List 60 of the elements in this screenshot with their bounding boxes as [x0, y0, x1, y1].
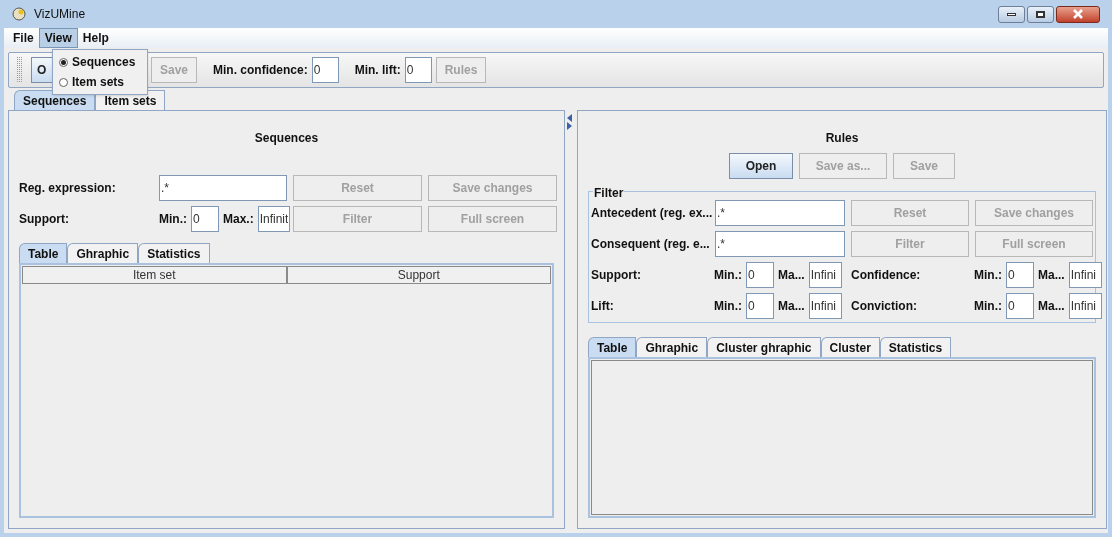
field-label: Min.:: [159, 211, 187, 228]
input-field[interactable]: .*: [715, 231, 845, 257]
input-field[interactable]: 0: [746, 293, 774, 319]
panel-title: Sequences: [253, 130, 320, 147]
input-field[interactable]: Infinit: [257, 206, 290, 232]
input-field[interactable]: Infini: [1068, 262, 1102, 288]
field-label: Min.:: [974, 298, 1002, 315]
field-label: Lift:: [591, 298, 615, 315]
tab[interactable]: Table: [19, 243, 68, 263]
tab[interactable]: Cluster ghraphic: [707, 337, 821, 357]
field-label: Ma...: [778, 267, 805, 284]
panel-title: Rules: [824, 130, 860, 147]
input-field[interactable]: .*: [715, 200, 845, 226]
input-field[interactable]: 0: [746, 262, 774, 288]
minimize-button[interactable]: [998, 5, 1025, 23]
app-icon: [12, 7, 26, 21]
column-header[interactable]: Item set: [22, 266, 287, 284]
input-field[interactable]: Infini: [808, 262, 842, 288]
close-icon: [1072, 9, 1084, 19]
input-field[interactable]: 0: [1006, 262, 1034, 288]
field-label: Min.:: [714, 298, 742, 315]
field-label: Min.:: [714, 267, 742, 284]
window-title: VizUMine: [34, 6, 86, 23]
splitter-arrows-icon[interactable]: [566, 114, 572, 130]
tab[interactable]: Cluster: [820, 337, 880, 357]
menu-item[interactable]: File: [8, 28, 39, 48]
tab[interactable]: Ghraphic: [67, 243, 139, 263]
input-field[interactable]: Infini: [1068, 293, 1102, 319]
input-field[interactable]: 0: [191, 206, 219, 232]
button[interactable]: Open: [729, 153, 793, 179]
field-label: Support:: [19, 211, 70, 228]
field-label: Confidence:: [851, 267, 922, 284]
field-label: Ma...: [778, 298, 805, 315]
input-field[interactable]: .*: [159, 175, 287, 201]
field-label: Min. confidence:: [213, 62, 308, 79]
menu-item[interactable]: Help: [77, 28, 114, 48]
tab[interactable]: Statistics: [138, 243, 210, 263]
input-field[interactable]: 0: [404, 57, 432, 83]
column-header[interactable]: Support: [286, 266, 551, 284]
field-label: Max.:: [223, 211, 254, 228]
radio-menu-item[interactable]: Item sets: [53, 72, 147, 92]
input-field[interactable]: Infini: [808, 293, 842, 319]
tab[interactable]: Ghraphic: [636, 337, 708, 357]
field-label: Consequent (reg. e...: [591, 236, 709, 253]
field-label: Ma...: [1038, 267, 1065, 284]
close-button[interactable]: [1056, 5, 1100, 23]
tab[interactable]: Table: [588, 337, 637, 357]
input-field[interactable]: 0: [1006, 293, 1034, 319]
field-label: Min. lift:: [354, 62, 401, 79]
field-label: Ma...: [1038, 298, 1065, 315]
field-label: Min.:: [974, 267, 1002, 284]
field-label: Conviction:: [851, 298, 918, 315]
grip-icon: [17, 57, 23, 83]
maximize-button[interactable]: [1027, 5, 1054, 23]
field-label: Support:: [591, 267, 642, 284]
menu-item[interactable]: View: [38, 28, 78, 48]
tab[interactable]: Statistics: [879, 337, 952, 357]
field-label: Reg. expression:: [19, 180, 117, 197]
radio-menu-item[interactable]: Sequences: [53, 52, 147, 72]
input-field[interactable]: 0: [311, 57, 339, 83]
